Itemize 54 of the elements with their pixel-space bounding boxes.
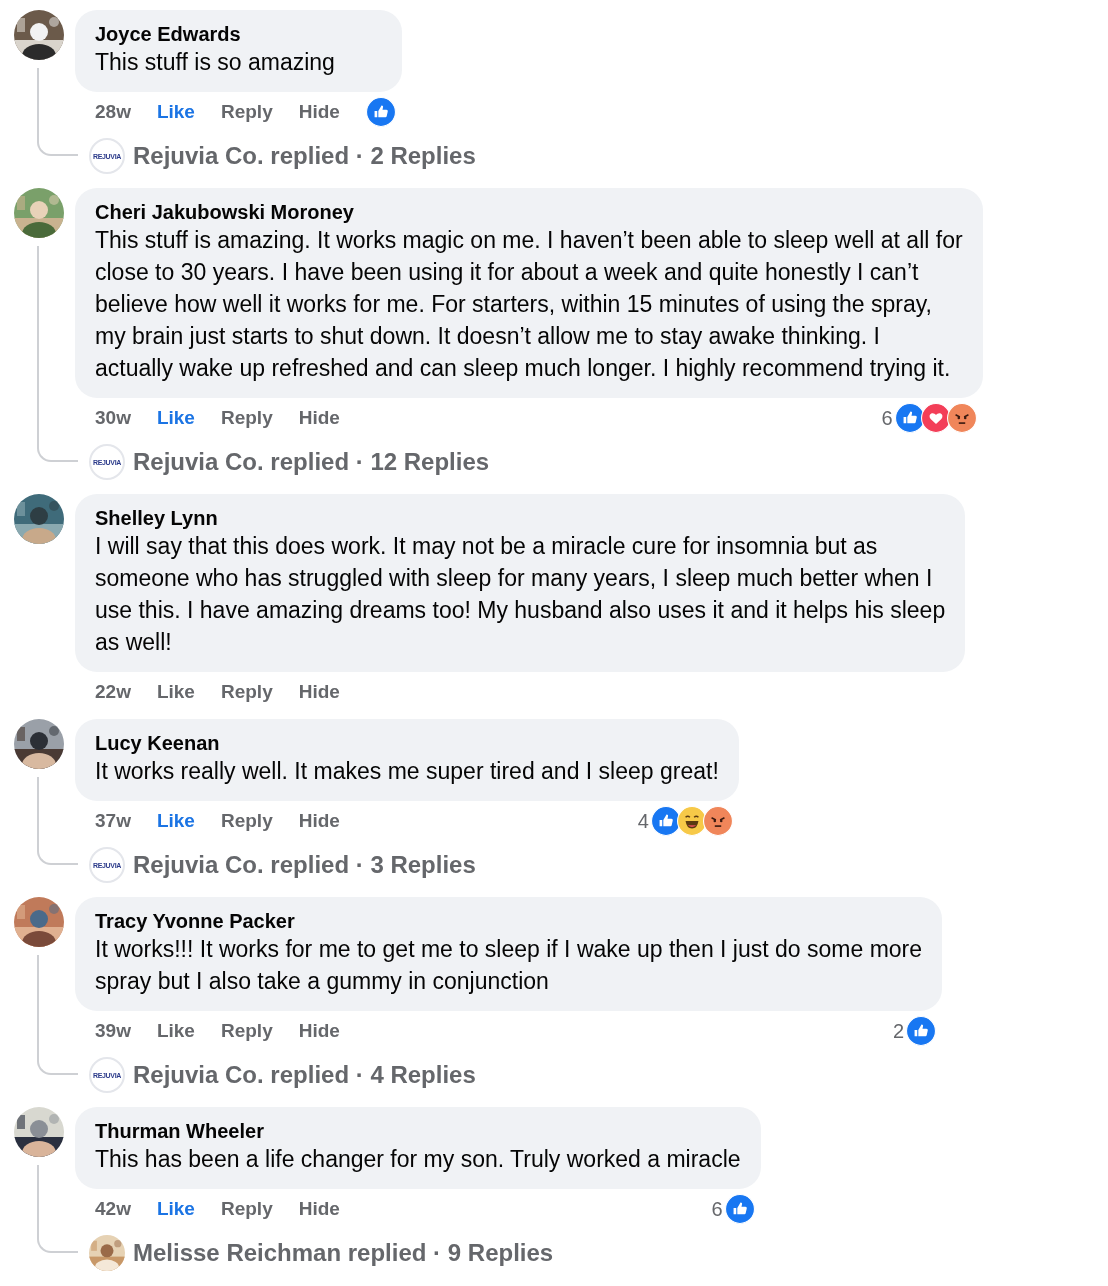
like-button[interactable]: Like: [156, 97, 195, 127]
timestamp[interactable]: 42w: [95, 1194, 131, 1224]
like-button[interactable]: Like: [156, 806, 195, 836]
comment-text: It works!!! It works for me to get me to sleep if I wake up then I just do some more spray but I also take a gummy in conjunction: [95, 935, 923, 996]
reaction-count[interactable]: 6: [711, 1194, 723, 1224]
author-name[interactable]: Shelley Lynn: [95, 506, 946, 530]
like-reaction-icon: [365, 97, 396, 127]
comment-text: This stuff is amazing. It works magic on me. I haven’t been able to sleep well at all for close to 30 years. I have been using it for about a week and quite honestly I can’t believe how well it works for me. For starters, within 15 minutes of using the spray, my brain just starts to shut down. It doesn’t allow me to stay awake thinking. I actually wake up refreshed and can sleep much longer. I highly recommend trying it.: [95, 226, 963, 383]
reply-button[interactable]: Reply: [220, 1016, 273, 1046]
like-reaction-icon: [894, 403, 925, 433]
hide-button[interactable]: Hide: [298, 677, 340, 707]
hide-button[interactable]: Hide: [298, 403, 340, 433]
hide-button[interactable]: Hide: [298, 806, 340, 836]
comment-text: This has been a life changer for my son. Truly worked a miracle: [95, 1145, 741, 1174]
view-replies-link[interactable]: Melisse Reichman replied · 9 Replies: [133, 1235, 554, 1271]
view-replies-link[interactable]: Rejuvia Co. replied · 3 Replies: [133, 847, 476, 883]
angry-reaction-icon: [702, 806, 733, 836]
comment-text: This stuff is so amazing: [95, 48, 336, 77]
hide-button[interactable]: Hide: [298, 1194, 340, 1224]
reaction-count[interactable]: 6: [881, 403, 893, 433]
like-button[interactable]: Like: [156, 677, 195, 707]
like-button[interactable]: Like: [156, 403, 195, 433]
reply-button[interactable]: Reply: [220, 97, 273, 127]
like-button[interactable]: Like: [156, 1016, 195, 1046]
reply-button[interactable]: Reply: [220, 677, 273, 707]
like-reaction-icon: [906, 1016, 937, 1046]
author-name[interactable]: Cheri Jakubowski Moroney: [95, 200, 963, 224]
comment-text: I will say that this does work. It may not be a miracle cure for insomnia but as someone who has struggled with sleep for many years, I sleep much better when I use this. I have amazing dreams too! My husband also uses it and it helps his sleep as well!: [95, 532, 946, 657]
like-reaction-icon: [650, 806, 681, 836]
angry-reaction-icon: [946, 403, 977, 433]
like-button[interactable]: Like: [156, 1194, 195, 1224]
reply-button[interactable]: Reply: [220, 806, 273, 836]
view-replies-link[interactable]: Rejuvia Co. replied · 2 Replies: [133, 138, 476, 174]
author-name[interactable]: Thurman Wheeler: [95, 1119, 741, 1143]
timestamp[interactable]: 39w: [95, 1016, 131, 1046]
timestamp[interactable]: 30w: [95, 403, 131, 433]
comment-text: It works really well. It makes me super tired and I sleep great!: [95, 757, 719, 786]
author-name[interactable]: Joyce Edwards: [95, 22, 382, 46]
timestamp[interactable]: 22w: [95, 677, 131, 707]
author-name[interactable]: Tracy Yvonne Packer: [95, 909, 923, 933]
reply-button[interactable]: Reply: [220, 1194, 273, 1224]
author-name[interactable]: Lucy Keenan: [95, 731, 719, 755]
timestamp[interactable]: 37w: [95, 806, 131, 836]
hide-button[interactable]: Hide: [298, 97, 340, 127]
reaction-count[interactable]: 2: [892, 1016, 905, 1046]
view-replies-link[interactable]: Rejuvia Co. replied · 12 Replies: [133, 444, 490, 480]
like-reaction-icon: [724, 1194, 755, 1224]
timestamp[interactable]: 28w: [95, 97, 131, 127]
reply-button[interactable]: Reply: [220, 403, 273, 433]
love-reaction-icon: [920, 403, 951, 433]
haha-reaction-icon: [676, 806, 707, 836]
reaction-count[interactable]: 4: [637, 806, 649, 836]
view-replies-link[interactable]: Rejuvia Co. replied · 4 Replies: [133, 1057, 476, 1093]
hide-button[interactable]: Hide: [298, 1016, 340, 1046]
